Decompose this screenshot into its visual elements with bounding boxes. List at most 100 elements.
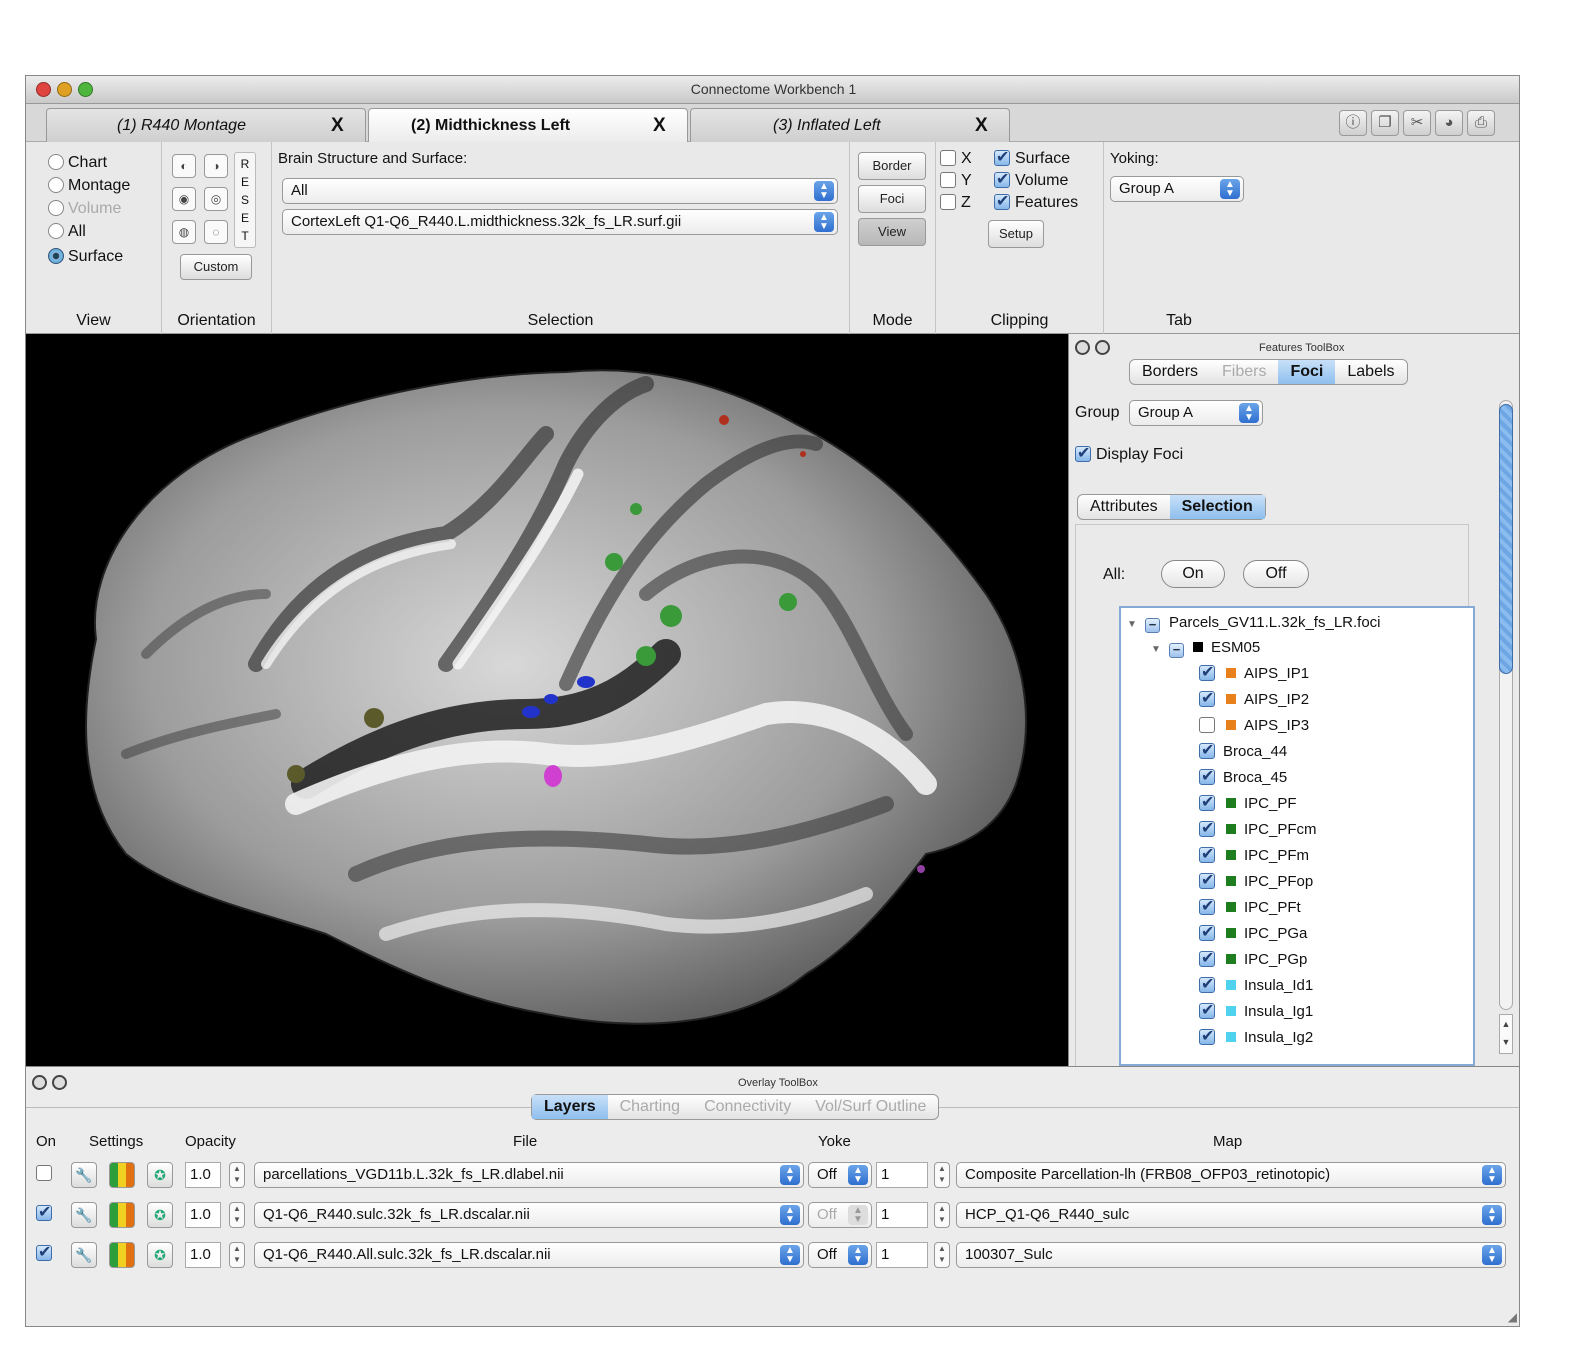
- display-foci-checkbox[interactable]: Display Foci: [1075, 443, 1183, 464]
- checkbox-icon[interactable]: [1199, 870, 1215, 890]
- custom-orientation-button[interactable]: Custom: [180, 254, 252, 280]
- medial-view-icon[interactable]: ◑: [204, 154, 228, 178]
- checkbox-icon[interactable]: [1199, 1000, 1215, 1020]
- anterior-view-icon[interactable]: ◉: [172, 187, 196, 211]
- view-mode-button[interactable]: View: [858, 218, 926, 246]
- map-index-stepper-icon[interactable]: ▲ ▼: [934, 1162, 950, 1188]
- palette-icon[interactable]: [109, 1202, 135, 1228]
- partial-check-icon[interactable]: −: [1145, 618, 1160, 633]
- yoke-select[interactable]: Off ▲ ▼: [808, 1162, 872, 1188]
- palette-icon[interactable]: ◕: [1435, 110, 1463, 136]
- checkbox-icon[interactable]: [1199, 974, 1215, 994]
- expand-triangle-icon[interactable]: ▼: [1151, 644, 1169, 655]
- group-select[interactable]: Group A ▲ ▼: [1129, 400, 1263, 426]
- close-tab-icon[interactable]: X: [975, 115, 988, 137]
- checkbox-icon[interactable]: [1199, 740, 1215, 760]
- layer-on-checkbox[interactable]: [36, 1165, 57, 1183]
- info-icon[interactable]: ⓘ: [1339, 110, 1367, 136]
- surface-select[interactable]: CortexLeft Q1-Q6_R440.L.midthickness.32k…: [282, 209, 838, 235]
- opacity-stepper-icon[interactable]: ▲ ▼: [229, 1242, 245, 1268]
- view-montage-radio[interactable]: Montage: [48, 177, 130, 195]
- tab-attributes[interactable]: Attributes: [1078, 495, 1170, 519]
- wrench-icon[interactable]: 🔧: [71, 1242, 97, 1268]
- tree-file-node[interactable]: ▼ − Parcels_GV11.L.32k_fs_LR.foci: [1127, 614, 1381, 638]
- wrench-icon[interactable]: 🔧: [71, 1202, 97, 1228]
- checkbox-icon[interactable]: [1199, 948, 1215, 968]
- lateral-view-icon[interactable]: ◐: [172, 154, 196, 178]
- tree-item-ipc-pfcm[interactable]: IPC_PFcm: [1199, 818, 1317, 845]
- window-icon[interactable]: ❐: [1371, 110, 1399, 136]
- tab-connectivity[interactable]: Connectivity: [692, 1095, 803, 1119]
- yoking-select[interactable]: Group A ▲ ▼: [1110, 176, 1244, 202]
- metadata-icon[interactable]: ✪: [147, 1242, 173, 1268]
- tree-item-ipc-pfop[interactable]: IPC_PFop: [1199, 870, 1313, 897]
- tab-midthickness-left[interactable]: (2) Midthickness Left X: [368, 108, 688, 142]
- view-volume-radio[interactable]: Volume: [48, 200, 121, 218]
- scroll-thumb[interactable]: [1499, 404, 1513, 674]
- close-icon[interactable]: [32, 1075, 47, 1090]
- map-index-field[interactable]: 1: [876, 1242, 928, 1268]
- tree-item-aips-ip1[interactable]: AIPS_IP1: [1199, 662, 1309, 689]
- checkbox-icon[interactable]: [1199, 792, 1215, 812]
- tab-layers[interactable]: Layers: [532, 1095, 608, 1119]
- checkbox-icon[interactable]: [1199, 818, 1215, 838]
- opacity-field[interactable]: 1.0: [185, 1242, 221, 1268]
- tab-r440-montage[interactable]: (1) R440 Montage X: [46, 108, 366, 142]
- file-select[interactable]: Q1-Q6_R440.All.sulc.32k_fs_LR.dscalar.ni…: [254, 1242, 804, 1268]
- clip-volume-checkbox[interactable]: Volume: [994, 169, 1068, 190]
- tree-item-ipc-pf[interactable]: IPC_PF: [1199, 792, 1297, 819]
- tree-item-aips-ip3[interactable]: AIPS_IP3: [1199, 717, 1309, 741]
- clip-surface-checkbox[interactable]: Surface: [994, 147, 1070, 168]
- tab-borders[interactable]: Borders: [1130, 360, 1210, 384]
- checkbox-icon[interactable]: [1199, 688, 1215, 708]
- layer-on-checkbox[interactable]: [36, 1202, 57, 1223]
- close-tab-icon[interactable]: X: [331, 115, 344, 137]
- tab-labels[interactable]: Labels: [1335, 360, 1406, 384]
- checkbox-icon[interactable]: [1199, 922, 1215, 942]
- yoke-select[interactable]: Off ▲ ▼: [808, 1242, 872, 1268]
- metadata-icon[interactable]: ✪: [147, 1202, 173, 1228]
- layer-on-checkbox[interactable]: [36, 1242, 57, 1263]
- file-select[interactable]: Q1-Q6_R440.sulc.32k_fs_LR.dscalar.nii ▲ ▼: [254, 1202, 804, 1228]
- tree-item-broca-45[interactable]: Broca_45: [1199, 766, 1287, 793]
- palette-icon[interactable]: [109, 1162, 135, 1188]
- tab-inflated-left[interactable]: (3) Inflated Left X: [690, 108, 1010, 142]
- opacity-stepper-icon[interactable]: ▲ ▼: [229, 1202, 245, 1228]
- close-tab-icon[interactable]: X: [653, 115, 666, 137]
- clipping-setup-button[interactable]: Setup: [988, 220, 1044, 248]
- map-index-stepper-icon[interactable]: ▲ ▼: [934, 1242, 950, 1268]
- checkbox-icon[interactable]: [1199, 1026, 1215, 1046]
- tab-fibers[interactable]: Fibers: [1210, 360, 1278, 384]
- tab-vol-surf-outline[interactable]: Vol/Surf Outline: [803, 1095, 938, 1119]
- tree-item-insula-ig1[interactable]: Insula_Ig1: [1199, 1000, 1313, 1027]
- tab-foci[interactable]: Foci: [1278, 360, 1336, 384]
- tree-item-aips-ip2[interactable]: AIPS_IP2: [1199, 688, 1309, 715]
- close-icon[interactable]: [1075, 340, 1090, 355]
- vertical-scrollbar[interactable]: ▲ ▼: [1495, 400, 1517, 1064]
- map-select[interactable]: 100307_Sulc ▲ ▼: [956, 1242, 1506, 1268]
- expand-triangle-icon[interactable]: ▼: [1127, 619, 1145, 630]
- float-icon[interactable]: [52, 1075, 67, 1090]
- checkbox-icon[interactable]: [1199, 717, 1215, 733]
- wrench-icon[interactable]: 🔧: [71, 1162, 97, 1188]
- map-select[interactable]: Composite Parcellation-lh (FRB08_OFP03_r…: [956, 1162, 1506, 1188]
- tab-selection[interactable]: Selection: [1169, 495, 1265, 519]
- palette-icon[interactable]: [109, 1242, 135, 1268]
- clip-y-checkbox[interactable]: Y: [940, 172, 972, 190]
- opacity-field[interactable]: 1.0: [185, 1202, 221, 1228]
- partial-check-icon[interactable]: −: [1169, 643, 1184, 658]
- posterior-view-icon[interactable]: ◎: [204, 187, 228, 211]
- checkbox-icon[interactable]: [1199, 766, 1215, 786]
- tree-item-ipc-pft[interactable]: IPC_PFt: [1199, 896, 1301, 923]
- float-icon[interactable]: [1095, 340, 1110, 355]
- opacity-stepper-icon[interactable]: ▲ ▼: [229, 1162, 245, 1188]
- tree-item-ipc-pgp[interactable]: IPC_PGp: [1199, 948, 1307, 975]
- surface-viewport[interactable]: [26, 334, 1068, 1066]
- checkbox-icon[interactable]: [1199, 844, 1215, 864]
- view-surface-radio[interactable]: Surface: [48, 248, 123, 266]
- all-on-button[interactable]: On: [1161, 560, 1225, 588]
- file-select[interactable]: parcellations_VGD11b.L.32k_fs_LR.dlabel.…: [254, 1162, 804, 1188]
- all-off-button[interactable]: Off: [1243, 560, 1309, 588]
- tab-charting[interactable]: Charting: [608, 1095, 692, 1119]
- scroll-arrows-icon[interactable]: ▲ ▼: [1499, 1014, 1513, 1054]
